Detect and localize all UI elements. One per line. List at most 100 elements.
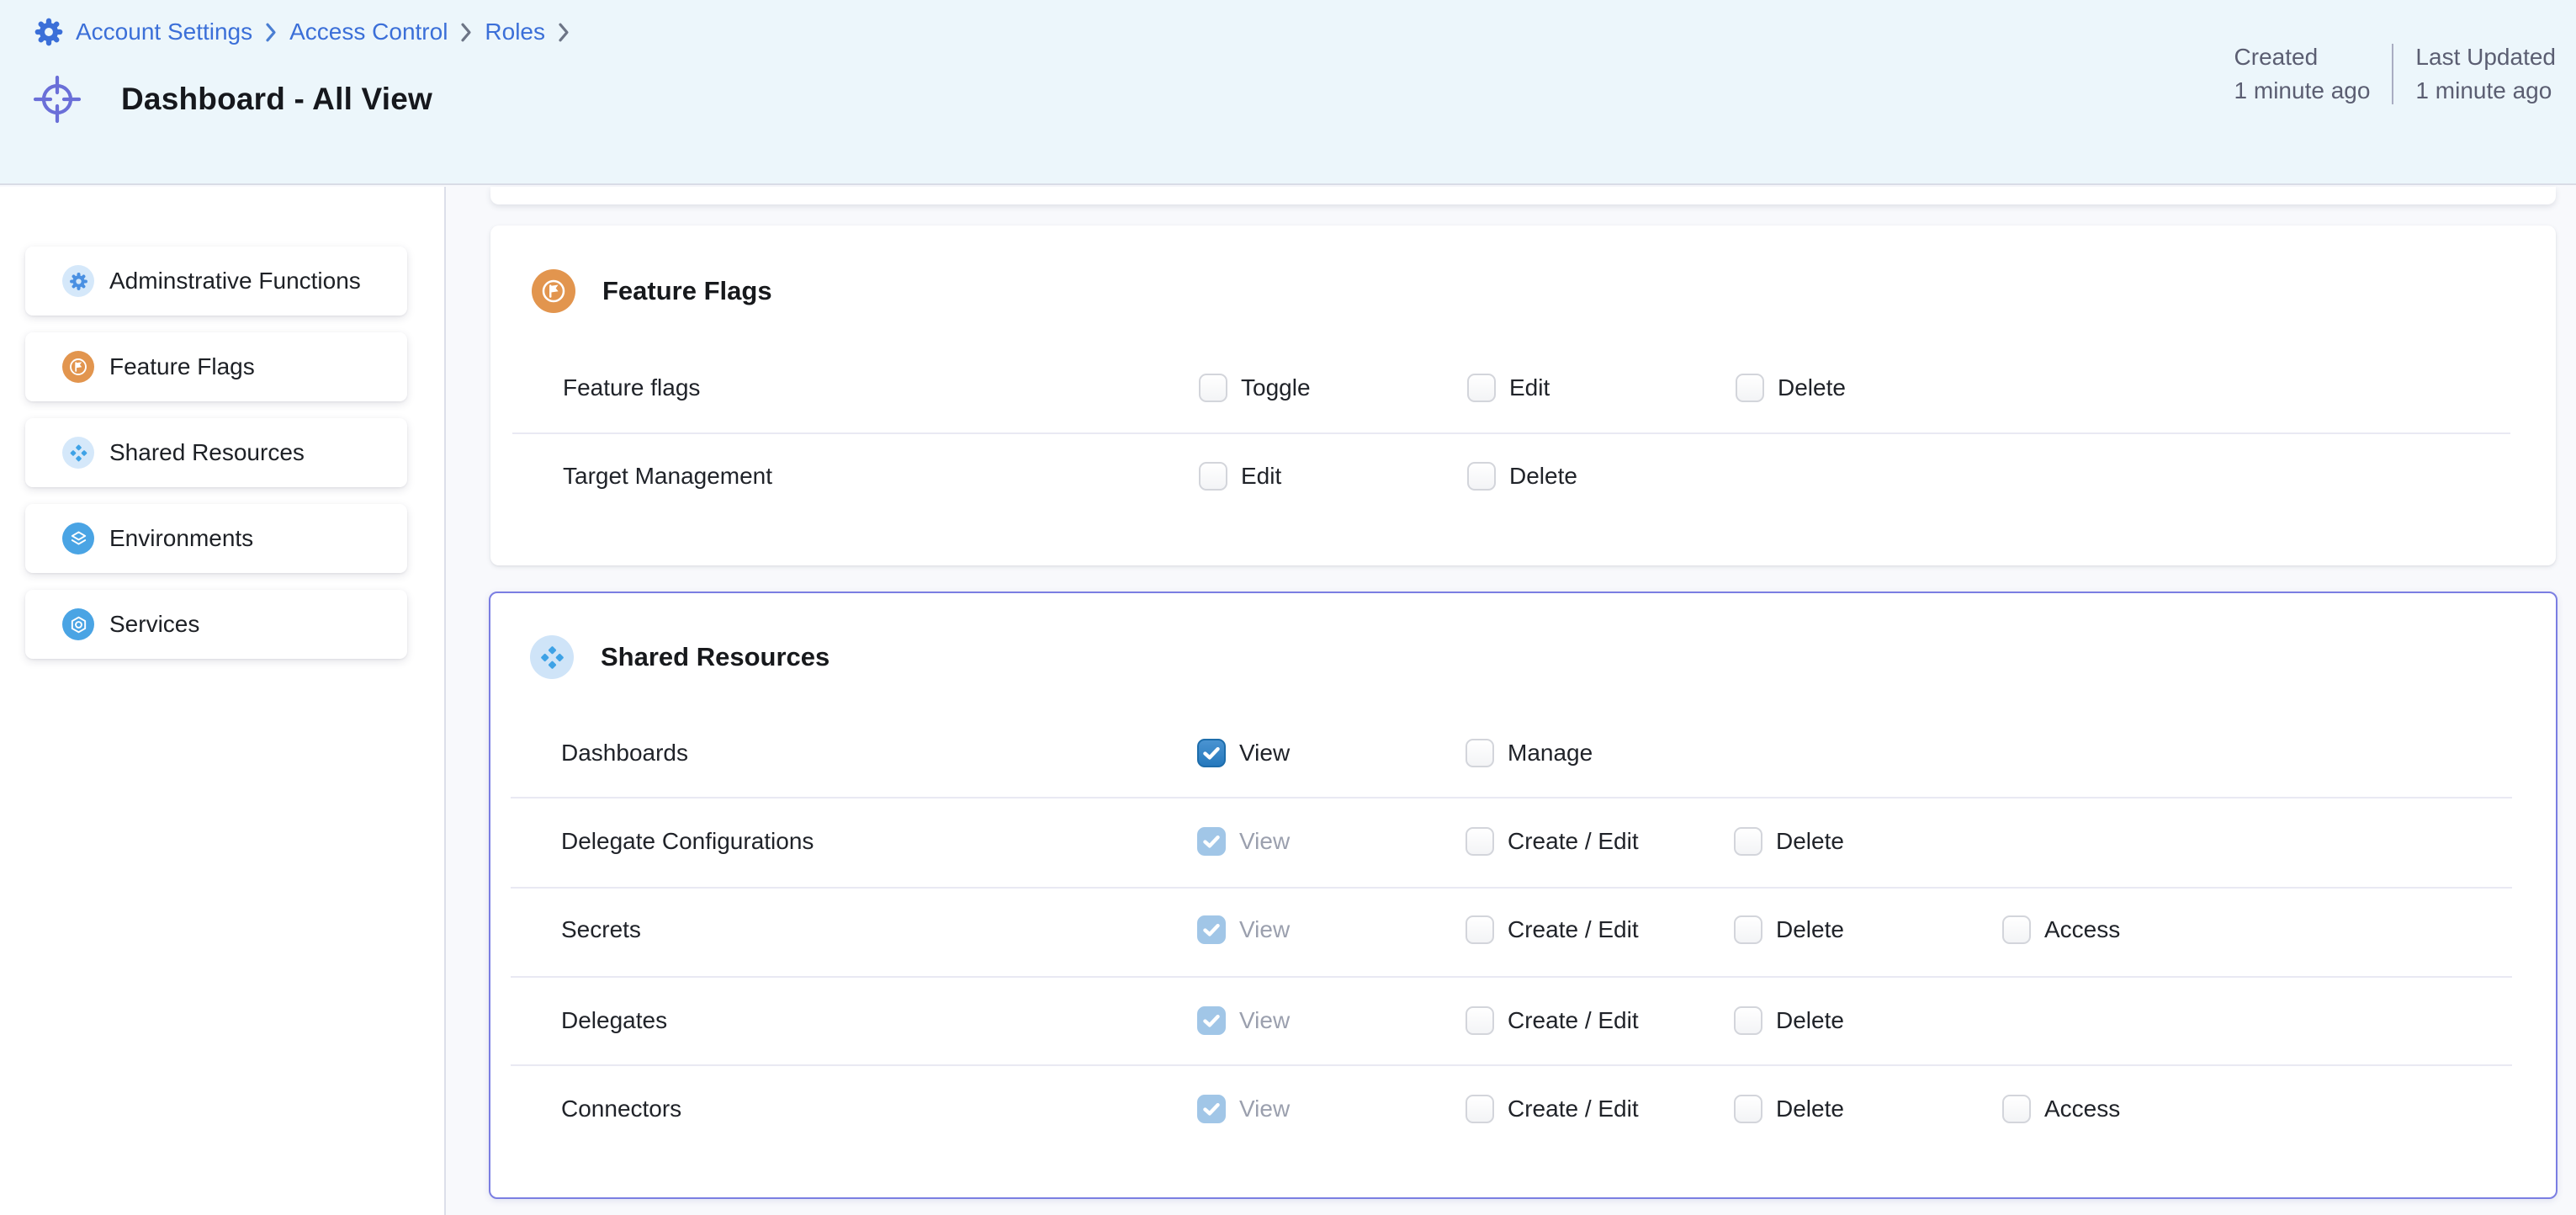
checkbox [1197, 1006, 1226, 1035]
checkbox-access[interactable]: Access [2002, 915, 2522, 944]
checkbox[interactable] [1466, 1006, 1494, 1035]
permissions-panel: Feature Flags Feature flags Toggle Edit … [446, 187, 2576, 1215]
sidebar-item-adminstrative-functions[interactable]: Adminstrative Functions [25, 247, 407, 316]
checkbox-view[interactable]: View [1197, 827, 1466, 856]
checkbox[interactable] [1197, 739, 1226, 767]
breadcrumb-account-settings[interactable]: Account Settings [76, 19, 252, 45]
row-divider [511, 797, 2512, 799]
checkbox[interactable] [1466, 827, 1494, 856]
last-updated-value: 1 minute ago [2415, 74, 2556, 108]
checkbox-view[interactable]: View [1197, 1095, 1466, 1123]
resource-label: Connectors [561, 1096, 1197, 1122]
row-divider [511, 887, 2512, 889]
checkbox[interactable] [2002, 1095, 2031, 1123]
breadcrumb-access-control[interactable]: Access Control [289, 19, 448, 45]
checkbox-label: Manage [1508, 740, 1593, 767]
checkbox-manage[interactable]: Manage [1466, 739, 1734, 767]
checkbox-label: Delete [1778, 374, 1846, 401]
checkbox-delete[interactable]: Delete [1734, 1006, 2002, 1035]
checkbox[interactable] [1734, 915, 1762, 944]
checkbox-view[interactable]: View [1197, 915, 1466, 944]
checkbox[interactable] [1736, 374, 1764, 402]
row-divider [512, 432, 2510, 434]
checkbox-delete[interactable]: Delete [1734, 915, 2002, 944]
checkbox[interactable] [1199, 374, 1227, 402]
checkbox[interactable] [1199, 462, 1227, 491]
created-label: Created [2234, 40, 2371, 74]
checkbox-create-edit[interactable]: Create / Edit [1466, 1095, 1734, 1123]
checkbox-label: Access [2044, 1096, 2120, 1122]
last-updated-label: Last Updated [2415, 40, 2556, 74]
checkbox-view[interactable]: View [1197, 739, 1466, 767]
checkbox [1197, 915, 1226, 944]
flag-icon [532, 269, 575, 313]
checkbox[interactable] [1734, 827, 1762, 856]
checkbox [1197, 1095, 1226, 1123]
sidebar-item-services[interactable]: Services [25, 590, 407, 659]
page-header: Account Settings Access Control Roles Da… [0, 0, 2576, 185]
resource-label: Target Management [563, 463, 1199, 490]
checkbox-create-edit[interactable]: Create / Edit [1466, 827, 1734, 856]
checkbox[interactable] [1734, 1095, 1762, 1123]
checkbox-label: View [1239, 1096, 1290, 1122]
checkbox[interactable] [1734, 1006, 1762, 1035]
shared-resources-icon [62, 437, 94, 469]
checkbox[interactable] [1466, 915, 1494, 944]
resource-label: Dashboards [561, 740, 1197, 767]
checkbox-access[interactable]: Access [2002, 1095, 2522, 1123]
flag-icon [62, 351, 94, 383]
checkbox-delete[interactable]: Delete [1734, 827, 2002, 856]
checkbox-label: Delete [1776, 1007, 1844, 1034]
sidebar-item-label: Adminstrative Functions [109, 268, 361, 294]
checkbox-create-edit[interactable]: Create / Edit [1466, 915, 1734, 944]
environments-icon [62, 523, 94, 554]
checkbox-delete[interactable]: Delete [1734, 1095, 2002, 1123]
sidebar-item-environments[interactable]: Environments [25, 504, 407, 573]
checkbox-label: Create / Edit [1508, 1007, 1639, 1034]
checkbox-create-edit[interactable]: Create / Edit [1466, 1006, 1734, 1035]
checkbox-edit[interactable]: Edit [1467, 374, 1736, 402]
role-target-icon [30, 72, 84, 126]
shared-resources-icon [530, 635, 574, 679]
checkbox-label: Delete [1776, 916, 1844, 943]
sidebar-item-label: Shared Resources [109, 439, 305, 466]
checkbox-label: View [1239, 740, 1290, 767]
resource-label: Delegate Configurations [561, 828, 1197, 855]
row-divider [511, 1064, 2512, 1066]
breadcrumb: Account Settings Access Control Roles [34, 17, 570, 47]
sidebar-item-shared-resources[interactable]: Shared Resources [25, 418, 407, 487]
checkbox-label: Create / Edit [1508, 828, 1639, 855]
sidebar-item-label: Feature Flags [109, 353, 255, 380]
checkbox[interactable] [1466, 739, 1494, 767]
services-icon [62, 608, 94, 640]
permission-row-delegates: Delegates View Create / Edit Delete [561, 1000, 2522, 1041]
checkbox-label: Create / Edit [1508, 916, 1639, 943]
section-card-shared-resources: Shared Resources Dashboards View Manage … [489, 592, 2557, 1199]
row-divider [511, 976, 2512, 978]
checkbox[interactable] [2002, 915, 2031, 944]
checkbox-label: Edit [1509, 374, 1550, 401]
meta-divider [2392, 44, 2393, 104]
checkbox-delete[interactable]: Delete [1736, 374, 2004, 402]
checkbox[interactable] [1466, 1095, 1494, 1123]
checkbox-delete[interactable]: Delete [1467, 462, 1736, 491]
breadcrumb-roles[interactable]: Roles [485, 19, 545, 45]
checkbox-label: Access [2044, 916, 2120, 943]
checkbox-label: View [1239, 828, 1290, 855]
checkbox-view[interactable]: View [1197, 1006, 1466, 1035]
checkbox-label: View [1239, 1007, 1290, 1034]
last-updated-block: Last Updated 1 minute ago [2415, 40, 2556, 108]
gear-icon [62, 265, 94, 297]
checkbox[interactable] [1467, 374, 1496, 402]
created-value: 1 minute ago [2234, 74, 2371, 108]
checkbox[interactable] [1467, 462, 1496, 491]
permission-row-dashboards: Dashboards View Manage [561, 733, 2522, 773]
checkbox-edit[interactable]: Edit [1199, 462, 1467, 491]
checkbox-toggle[interactable]: Toggle [1199, 374, 1467, 402]
permission-row-delegate-configurations: Delegate Configurations View Create / Ed… [561, 821, 2522, 862]
resource-label: Secrets [561, 916, 1197, 943]
section-header: Feature Flags [532, 269, 772, 313]
sidebar-item-feature-flags[interactable]: Feature Flags [25, 332, 407, 401]
permission-row-connectors: Connectors View Create / Edit Delete Acc… [561, 1089, 2522, 1129]
sidebar-item-label: Services [109, 611, 199, 638]
